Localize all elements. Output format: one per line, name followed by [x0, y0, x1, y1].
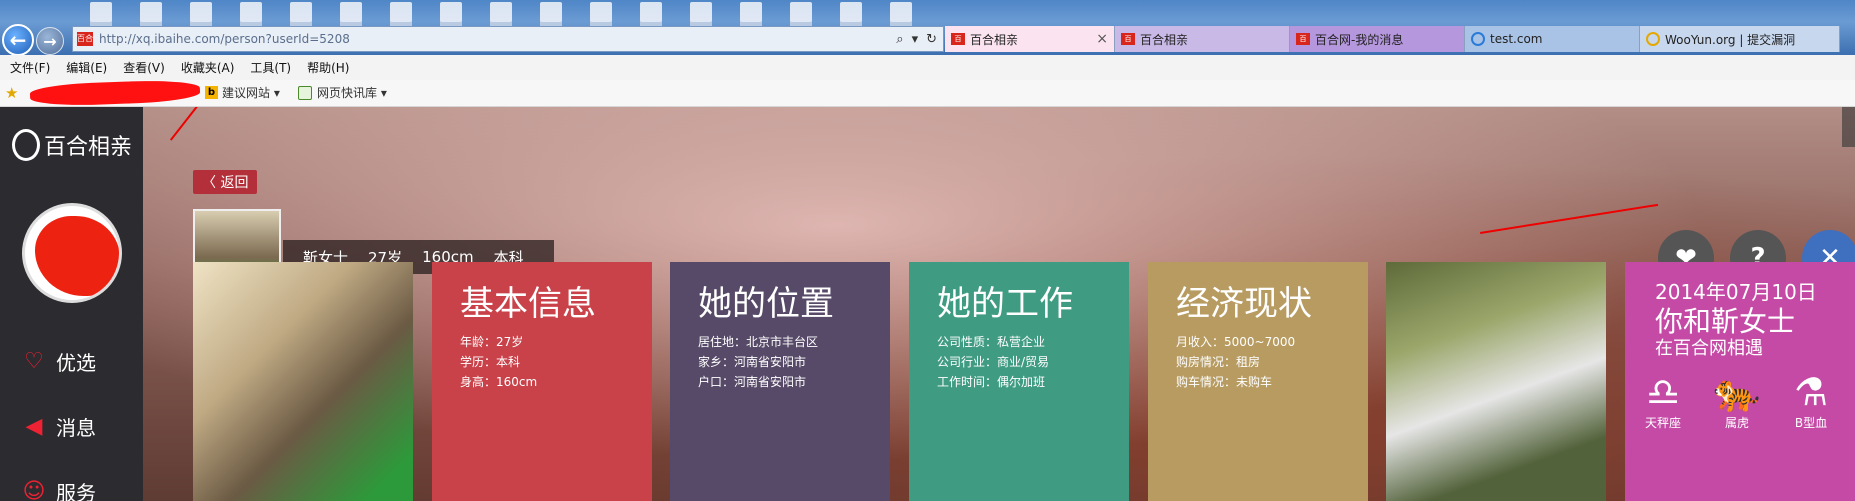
card-location[interactable]: 她的位置 居住地：北京市丰台区 家乡：河南省安阳市 户口：河南省安阳市 [670, 262, 890, 501]
web-slice-icon [298, 85, 312, 100]
close-tab-icon[interactable]: × [1096, 31, 1108, 47]
dropdown-icon[interactable]: ▾ [912, 32, 919, 47]
sidebar-item-service[interactable]: ☺ 服务 [22, 477, 96, 501]
suggested-sites-link[interactable]: b 建议网站 ▾ [205, 84, 280, 101]
user-avatar[interactable] [22, 203, 122, 303]
card-lines: 公司性质：私营企业 公司行业：商业/贸易 工作时间：偶尔加班 [937, 332, 1049, 392]
site-favicon-icon: 百合 [77, 32, 93, 46]
zodiac-label: B型血 [1794, 416, 1828, 430]
card-line: 户口：河南省安阳市 [698, 375, 807, 389]
sidebar: 百合相亲 ♡ 优选 ◀ 消息 ☺ 服务 [0, 107, 143, 501]
web-slice-label: 网页快讯库 [317, 86, 378, 100]
avatar-redaction [35, 216, 119, 296]
sidebar-item-label: 消息 [56, 416, 96, 440]
zodiac-label: 天秤座 [1644, 416, 1681, 430]
card-title: 基本信息 [460, 284, 596, 324]
web-slice-gallery-link[interactable]: 网页快讯库 ▾ [298, 84, 387, 101]
logo[interactable]: 百合相亲 [12, 129, 132, 161]
card-basic-info[interactable]: 基本信息 年龄：27岁 学历：本科 身高：160cm [432, 262, 652, 501]
megaphone-icon: ◀ [25, 414, 43, 439]
heart-pick-icon: ♡ [24, 349, 44, 374]
card-line: 工作时间：偶尔加班 [937, 375, 1046, 389]
zodiac-label: 属虎 [1724, 416, 1749, 430]
tab-baihe-messages[interactable]: 百 百合网-我的消息 [1290, 26, 1465, 52]
tiger-icon: 🐅 [1713, 370, 1761, 414]
back-button[interactable]: 〈 返回 [193, 170, 258, 194]
browser-back-button[interactable]: ← [2, 24, 34, 56]
scrollbar[interactable] [1842, 107, 1855, 147]
wooyun-favicon-icon [1646, 32, 1660, 46]
refresh-icon[interactable]: ↻ [926, 32, 937, 47]
ie-favicon-icon [1471, 32, 1485, 46]
sidebar-item-picks[interactable]: ♡ 优选 [22, 347, 96, 376]
card-lines: 年龄：27岁 学历：本科 身高：160cm [460, 332, 537, 392]
sidebar-item-label: 优选 [56, 351, 96, 375]
card-lines: 居住地：北京市丰台区 家乡：河南省安阳市 户口：河南省安阳市 [698, 332, 818, 392]
card-economy[interactable]: 经济现状 月收入：5000~7000 购房情况：租房 购车情况：未购车 [1148, 262, 1368, 501]
search-icon[interactable]: ⌕ [896, 32, 903, 47]
service-icon: ☺ [22, 479, 46, 501]
outdoor-photo[interactable] [1386, 262, 1606, 501]
address-bar[interactable]: 百合 http://xq.ibaihe.com/person?userId=52… [72, 26, 944, 52]
menu-favorites[interactable]: 收藏夹(A) [181, 59, 235, 76]
card-lines: 月收入：5000~7000 购房情况：租房 购车情况：未购车 [1176, 332, 1295, 392]
tab-label: 百合网-我的消息 [1315, 32, 1404, 47]
tab-label: 百合相亲 [970, 32, 1019, 47]
favorites-star-icon[interactable]: ★ [5, 84, 18, 102]
tab-wooyun[interactable]: WooYun.org | 提交漏洞 [1640, 26, 1840, 52]
sidebar-item-label: 服务 [56, 481, 96, 501]
zodiac-item: ♎ 天秤座 [1633, 370, 1693, 431]
card-line: 公司性质：私营企业 [937, 335, 1046, 349]
blood-type-icon: ⚗ [1793, 370, 1829, 414]
tab-baihe-active[interactable]: 百 百合相亲 × [945, 26, 1115, 52]
tab-label: WooYun.org | 提交漏洞 [1665, 32, 1796, 47]
suggested-sites-label: 建议网站 [222, 86, 271, 100]
tab-test[interactable]: test.com [1465, 26, 1640, 52]
card-work[interactable]: 她的工作 公司性质：私营企业 公司行业：商业/贸易 工作时间：偶尔加班 [909, 262, 1129, 501]
card-line: 学历：本科 [460, 355, 521, 369]
url-text[interactable]: http://xq.ibaihe.com/person?userId=5208 [99, 32, 896, 46]
profile-photo[interactable] [193, 262, 413, 501]
card-line: 月收入：5000~7000 [1176, 335, 1296, 349]
baihe-favicon-icon: 百 [1296, 33, 1310, 45]
card-title: 她的工作 [937, 284, 1073, 324]
chevron-down-icon: ▾ [270, 85, 280, 100]
card-title: 她的位置 [698, 284, 834, 324]
page-content: 百合相亲 ♡ 优选 ◀ 消息 ☺ 服务 〈 返回 靳女士 27岁 160cm 本… [0, 107, 1855, 501]
card-line: 购车情况：未购车 [1176, 375, 1273, 389]
card-line: 购房情况：租房 [1176, 355, 1261, 369]
card-line: 家乡：河南省安阳市 [698, 355, 807, 369]
tab-baihe[interactable]: 百 百合相亲 [1115, 26, 1290, 52]
zodiac-item: ⚗ B型血 [1781, 370, 1841, 431]
meet-where: 在百合网相遇 [1655, 338, 1763, 359]
card-meet[interactable]: 2014年07月10日 你和靳女士 在百合网相遇 ♎ 天秤座 🐅 属虎 ⚗ B型… [1625, 262, 1855, 501]
menu-bar: 文件(F) 编辑(E) 查看(V) 收藏夹(A) 工具(T) 帮助(H) [0, 55, 1855, 80]
browser-forward-button[interactable]: → [36, 27, 64, 55]
bing-icon: b [205, 86, 218, 99]
menu-tools[interactable]: 工具(T) [250, 59, 291, 76]
sidebar-item-messages[interactable]: ◀ 消息 [22, 412, 96, 441]
address-actions: ⌕ ▾ ↻ [896, 32, 937, 47]
menu-help[interactable]: 帮助(H) [307, 59, 349, 76]
baihe-favicon-icon: 百 [951, 33, 965, 45]
baihe-favicon-icon: 百 [1121, 33, 1135, 45]
card-line: 年龄：27岁 [460, 335, 524, 349]
menu-view[interactable]: 查看(V) [123, 59, 165, 76]
zodiac-item: 🐅 属虎 [1707, 370, 1767, 431]
libra-icon: ♎ [1645, 370, 1681, 414]
menu-file[interactable]: 文件(F) [10, 59, 50, 76]
card-line: 居住地：北京市丰台区 [698, 335, 819, 349]
tab-label: test.com [1490, 32, 1543, 46]
annotation-arrow [169, 107, 252, 141]
annotation-arrow [1480, 203, 1659, 234]
card-title: 经济现状 [1176, 284, 1312, 324]
tab-label: 百合相亲 [1140, 32, 1189, 47]
baihe-logo-icon [12, 129, 40, 161]
logo-text: 百合相亲 [44, 135, 133, 160]
card-line: 公司行业：商业/贸易 [937, 355, 1050, 369]
menu-edit[interactable]: 编辑(E) [66, 59, 107, 76]
chevron-down-icon: ▾ [377, 85, 387, 100]
card-line: 身高：160cm [460, 375, 538, 389]
